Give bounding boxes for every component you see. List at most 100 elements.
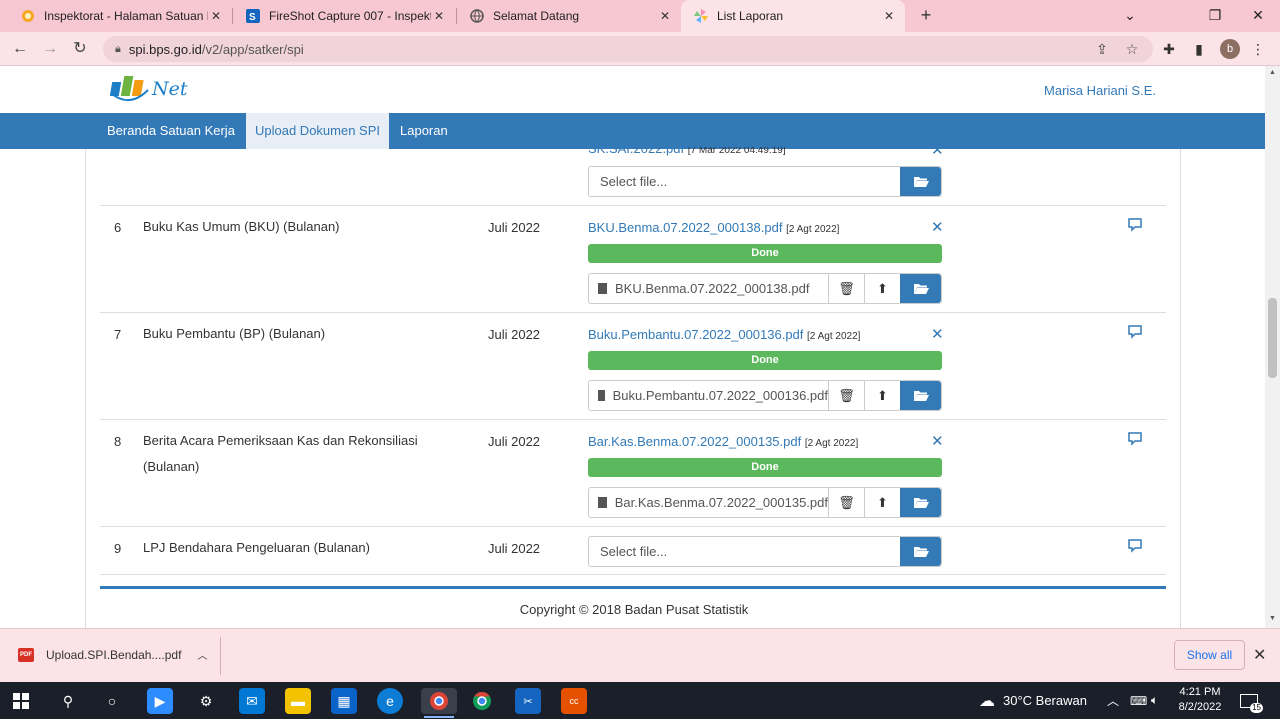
scroll-up-arrow-icon[interactable]: ▲ — [1265, 66, 1280, 80]
site-logo[interactable]: Net — [110, 72, 188, 106]
browser-tab-list-laporan[interactable]: List Laporan ✕ — [681, 0, 905, 32]
browse-folder-button[interactable] — [900, 537, 941, 566]
address-bar[interactable]: 🔒︎ spi.bps.go.id/v2/app/satker/spi ⇪ ☆ — [103, 36, 1153, 62]
chrome-profile-icon[interactable] — [421, 688, 457, 714]
file-upload-field[interactable]: BKU.Benma.07.2022_000138.pdf 🗑︎ ⬆︎ — [588, 273, 942, 304]
file-icon — [598, 283, 607, 294]
back-arrow-icon[interactable]: ← — [8, 37, 32, 61]
tab-title: List Laporan — [717, 9, 784, 23]
folder-open-icon — [913, 177, 929, 187]
cc-app-icon[interactable]: cc — [561, 688, 587, 714]
user-name-link[interactable]: Marisa Hariani S.E. — [1044, 83, 1156, 98]
folder-open-icon — [913, 284, 929, 294]
uploaded-file-link[interactable]: SK.SAI.2022.pdf [7 Mar 2022 04.49.19] — [588, 147, 786, 156]
download-separator — [220, 637, 221, 675]
browser-menu-icon[interactable]: ⋮ — [1246, 37, 1270, 61]
uploaded-file-link[interactable]: BKU.Benma.07.2022_000138.pdf [2 Agt 2022… — [588, 220, 839, 235]
delete-trash-icon[interactable]: 🗑︎ — [828, 488, 864, 517]
tab-title: FireShot Capture 007 - Inspektor — [269, 9, 431, 23]
file-upload-field[interactable]: Bar.Kas.Benma.07.2022_000135.pdf 🗑︎ ⬆︎ — [588, 487, 942, 518]
document-period: Juli 2022 — [488, 434, 541, 449]
file-input-placeholder[interactable]: Select file... — [589, 167, 900, 196]
delete-trash-icon[interactable]: 🗑︎ — [828, 274, 864, 303]
browser-tab-fireshot[interactable]: S FireShot Capture 007 - Inspektor ✕ — [233, 0, 455, 32]
comment-icon[interactable] — [1127, 432, 1143, 446]
download-item[interactable]: PDF Upload.SPI.Bendah....pdf ︿ — [18, 647, 207, 662]
browser-tab-inspektorat[interactable]: Inspektorat - Halaman Satuan Ke ✕ — [8, 0, 232, 32]
upload-circle-arrow-icon[interactable]: ⬆︎ — [864, 381, 900, 410]
remove-file-icon[interactable]: ✕ — [931, 325, 944, 343]
search-icon[interactable]: ⚲ — [55, 688, 81, 714]
page-viewport: Net Marisa Hariani S.E. Beranda Satuan K… — [0, 66, 1265, 628]
upload-progress-bar: Done — [588, 351, 942, 370]
share-icon[interactable]: ⇪ — [1091, 36, 1113, 62]
upload-circle-arrow-icon[interactable]: ⬆︎ — [864, 274, 900, 303]
comment-icon[interactable] — [1127, 218, 1143, 232]
file-input-placeholder[interactable]: Select file... — [589, 537, 900, 566]
page-scrollbar[interactable]: ▲ ▼ — [1265, 66, 1280, 628]
chevron-up-icon[interactable]: ︿ — [197, 647, 207, 662]
document-name: LPJ Bendahara Pengeluaran (Bulanan) — [143, 540, 370, 555]
edge-browser-icon[interactable]: e — [377, 688, 403, 714]
table-row: 6 Buku Kas Umum (BKU) (Bulanan) Juli 202… — [100, 206, 1166, 313]
delete-trash-icon[interactable]: 🗑︎ — [828, 381, 864, 410]
restore-window-icon[interactable]: ❐ — [1193, 0, 1237, 32]
windows-start-icon[interactable] — [8, 688, 34, 714]
tab-search-chevron-icon[interactable]: ⌄ — [1108, 0, 1152, 32]
side-panel-icon[interactable]: ▮ — [1187, 37, 1211, 61]
file-explorer-icon[interactable]: ▬ — [285, 688, 311, 714]
file-upload-field[interactable]: Select file... — [588, 166, 942, 197]
chrome-icon[interactable] — [469, 688, 495, 714]
file-upload-field[interactable]: Buku.Pembantu.07.2022_000136.pdf 🗑︎ ⬆︎ — [588, 380, 942, 411]
show-hidden-icons-chevron-icon[interactable]: ︿ — [1107, 682, 1119, 719]
browse-folder-button[interactable] — [900, 381, 941, 410]
browse-folder-button[interactable] — [900, 167, 941, 196]
new-tab-button[interactable]: + — [914, 4, 938, 28]
clock-date: 8/2/2022 — [1178, 701, 1222, 713]
mail-icon[interactable]: ✉︎ — [239, 688, 265, 714]
upload-circle-arrow-icon[interactable]: ⬆︎ — [864, 488, 900, 517]
snipping-tool-icon[interactable]: ✂︎ — [515, 688, 541, 714]
bookmark-star-icon[interactable]: ☆ — [1121, 36, 1143, 62]
comment-icon[interactable] — [1127, 325, 1143, 339]
browser-tab-selamat-datang[interactable]: Selamat Datang ✕ — [457, 0, 681, 32]
profile-avatar[interactable]: b — [1220, 39, 1240, 59]
site-header: Net Marisa Hariani S.E. — [0, 66, 1265, 113]
close-download-bar-icon[interactable]: ✕ — [1253, 645, 1266, 665]
upload-progress-bar: Done — [588, 458, 942, 477]
close-window-icon[interactable]: ✕ — [1236, 0, 1280, 32]
scrollbar-thumb[interactable] — [1268, 298, 1277, 378]
remove-file-icon[interactable]: ✕ — [931, 149, 944, 159]
uploaded-file-link[interactable]: Buku.Pembantu.07.2022_000136.pdf [2 Agt … — [588, 327, 860, 342]
close-tab-icon[interactable]: ✕ — [881, 9, 897, 23]
remove-file-icon[interactable]: ✕ — [931, 218, 944, 236]
weather-widget[interactable]: ☁︎ 30°C Berawan — [979, 682, 1087, 719]
file-icon — [598, 497, 607, 508]
download-bar: PDF Upload.SPI.Bendah....pdf ︿ Show all … — [0, 628, 1280, 682]
close-tab-icon[interactable]: ✕ — [431, 9, 447, 23]
speaker-volume-icon[interactable]: 🔈︎ — [1151, 682, 1158, 719]
uploaded-file-link[interactable]: Bar.Kas.Benma.07.2022_000135.pdf [2 Agt … — [588, 434, 858, 449]
zoom-app-icon[interactable]: ▶︎ — [147, 688, 173, 714]
reload-icon[interactable]: ↻ — [68, 37, 92, 61]
task-view-icon[interactable]: ○ — [99, 688, 125, 714]
row-number: 7 — [114, 327, 122, 342]
forward-arrow-icon[interactable]: → — [38, 37, 62, 61]
file-upload-field[interactable]: Select file... — [588, 536, 942, 567]
browse-folder-button[interactable] — [900, 488, 941, 517]
settings-gear-icon[interactable]: ⚙︎ — [193, 688, 219, 714]
remove-file-icon[interactable]: ✕ — [931, 432, 944, 450]
row-number: 6 — [114, 220, 122, 235]
folder-open-icon — [913, 391, 929, 401]
extensions-puzzle-icon[interactable]: ✚ — [1157, 37, 1181, 61]
keyboard-language-icon[interactable]: ⌨︎ — [1130, 682, 1147, 719]
show-all-button[interactable]: Show all — [1174, 640, 1245, 670]
close-tab-icon[interactable]: ✕ — [657, 9, 673, 23]
close-tab-icon[interactable]: ✕ — [208, 9, 224, 23]
system-clock[interactable]: 4:21 PM 8/2/2022 — [1172, 685, 1228, 715]
notification-center-icon[interactable]: 15 — [1240, 682, 1263, 719]
scroll-down-arrow-icon[interactable]: ▼ — [1265, 612, 1280, 626]
microsoft-store-icon[interactable]: ▦ — [331, 688, 357, 714]
comment-icon[interactable] — [1127, 539, 1143, 553]
browse-folder-button[interactable] — [900, 274, 941, 303]
